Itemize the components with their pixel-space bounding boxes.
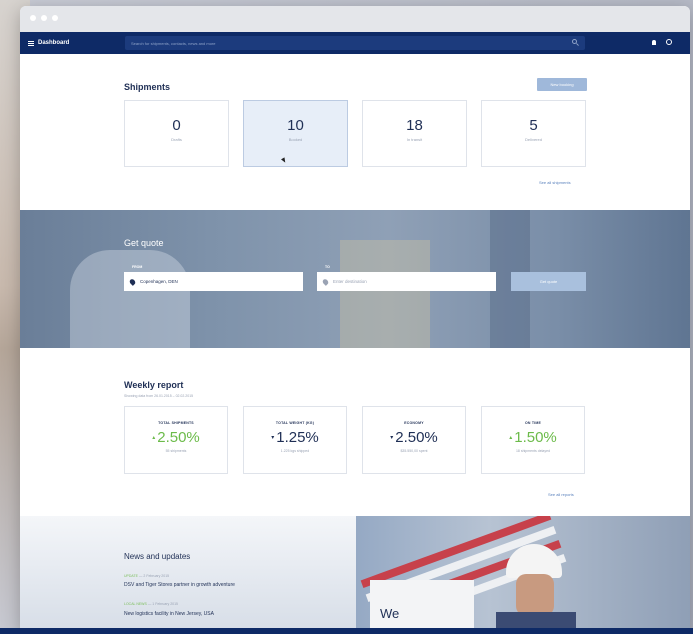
stat-label: Delivered <box>525 137 542 142</box>
news-meta: LOCAL NEWS — 1 February 2015 <box>124 602 178 606</box>
maximize-dot[interactable] <box>52 15 58 21</box>
get-quote-button[interactable]: Get quote <box>511 272 586 291</box>
from-field[interactable] <box>124 272 303 291</box>
search-bar[interactable] <box>125 36 585 50</box>
to-field[interactable] <box>317 272 496 291</box>
stat-value: 0 <box>172 117 181 134</box>
report-percentage: 1.25% <box>276 429 319 446</box>
report-label: ON TIME <box>525 421 541 425</box>
news-date: 1 February 2015 <box>152 602 178 606</box>
report-card-total-shipments[interactable]: TOTAL SHIPMENTS ▴ 2.50% 55 shipments <box>124 406 228 474</box>
stat-value: 10 <box>287 117 304 134</box>
get-quote-title: Get quote <box>124 238 164 248</box>
to-label: TO <box>325 265 330 269</box>
report-card-on-time[interactable]: ON TIME ▴ 1.50% 18 shipments delayed <box>481 406 585 474</box>
new-booking-button[interactable]: New booking <box>537 78 587 91</box>
menu-icon <box>28 40 34 46</box>
news-meta: UPDATE — 2 February 2015 <box>124 574 170 578</box>
stat-card-booked[interactable]: 10 Booked <box>243 100 348 167</box>
dashboard-label: Dashboard <box>38 40 70 46</box>
report-percentage: 1.50% <box>514 429 557 446</box>
minimize-dot[interactable] <box>41 15 47 21</box>
report-value: ▾ 1.25% <box>244 429 346 446</box>
report-detail: 55 shipments <box>165 449 187 453</box>
get-quote-section: Get quote FROM TO Get quote <box>20 210 690 348</box>
weekly-report-section: Weekly report Showing data from 26.01.20… <box>20 348 690 516</box>
report-value: ▴ 2.50% <box>125 429 227 446</box>
report-percentage: 2.50% <box>395 429 438 446</box>
user-icon[interactable] <box>666 39 672 45</box>
app-header: Dashboard <box>20 32 690 54</box>
news-category: LOCAL NEWS <box>124 602 147 606</box>
see-all-reports-link[interactable]: See all reports <box>548 492 574 497</box>
report-percentage: 2.50% <box>157 429 200 446</box>
bottom-bar <box>0 628 693 634</box>
news-caption: We <box>380 606 400 621</box>
location-pin-icon <box>321 277 330 286</box>
trend-up-icon: ▴ <box>152 435 156 441</box>
news-section: News and updates UPDATE — 2 February 201… <box>20 516 690 634</box>
see-all-shipments-link[interactable]: See all shipments <box>539 180 571 185</box>
news-caption-card: We <box>370 580 474 634</box>
news-category: UPDATE <box>124 574 138 578</box>
report-label: TOTAL SHIPMENTS <box>158 421 194 425</box>
shipments-title: Shipments <box>124 82 171 92</box>
news-headline-link[interactable]: DSV and Tiger Stores partner in growth a… <box>124 582 235 588</box>
trend-down-icon: ▾ <box>271 435 275 441</box>
report-label: ECONOMY <box>404 421 424 425</box>
browser-window: Dashboard Shipments New booking 0 Drafts… <box>20 6 690 634</box>
news-date: 2 February 2015 <box>143 574 170 578</box>
location-pin-icon <box>128 277 137 286</box>
worker-face <box>516 574 554 616</box>
stat-card-drafts[interactable]: 0 Drafts <box>124 100 229 167</box>
news-title: News and updates <box>124 552 191 561</box>
stat-value: 5 <box>529 117 538 134</box>
close-dot[interactable] <box>30 15 36 21</box>
report-value: ▾ 2.50% <box>363 429 465 446</box>
report-detail: $35.550,00 spent <box>400 449 428 453</box>
stat-label: In transit <box>406 137 423 142</box>
search-icon[interactable] <box>572 39 577 44</box>
notification-icon[interactable] <box>652 40 656 45</box>
news-feature-image[interactable]: We <box>356 516 690 634</box>
weekly-report-title: Weekly report <box>124 380 184 390</box>
stat-card-delivered[interactable]: 5 Delivered <box>481 100 586 167</box>
search-input[interactable] <box>131 40 571 46</box>
report-detail: 18 shipments delayed <box>515 449 551 453</box>
dashboard-menu-button[interactable]: Dashboard <box>28 40 69 46</box>
report-value: ▴ 1.50% <box>482 429 584 446</box>
background-photo <box>70 250 190 348</box>
weekly-report-date-range: Showing data from 26.01.2015 – 02.02.201… <box>124 394 194 398</box>
report-card-economy[interactable]: ECONOMY ▾ 2.50% $35.550,00 spent <box>362 406 466 474</box>
window-titlebar <box>20 6 690 32</box>
from-label: FROM <box>132 265 143 269</box>
report-detail: 1.225 kgs shipped <box>280 449 310 453</box>
stat-value: 18 <box>406 117 423 134</box>
window-controls <box>30 15 58 21</box>
report-label: TOTAL WEIGHT (KG) <box>275 421 315 425</box>
from-input[interactable] <box>140 279 280 284</box>
trend-up-icon: ▴ <box>509 435 513 441</box>
background-photo <box>340 240 430 348</box>
stat-label: Drafts <box>171 137 182 142</box>
stat-label: Booked <box>288 137 303 142</box>
shipments-section: Shipments New booking 0 Drafts 10 Booked… <box>20 54 690 210</box>
report-card-total-weight[interactable]: TOTAL WEIGHT (KG) ▾ 1.25% 1.225 kgs ship… <box>243 406 347 474</box>
trend-down-icon: ▾ <box>390 435 394 441</box>
destination-input[interactable] <box>333 279 473 284</box>
news-headline-link[interactable]: New logistics facility in New Jersey, US… <box>124 611 214 617</box>
stat-card-in-transit[interactable]: 18 In transit <box>362 100 467 167</box>
